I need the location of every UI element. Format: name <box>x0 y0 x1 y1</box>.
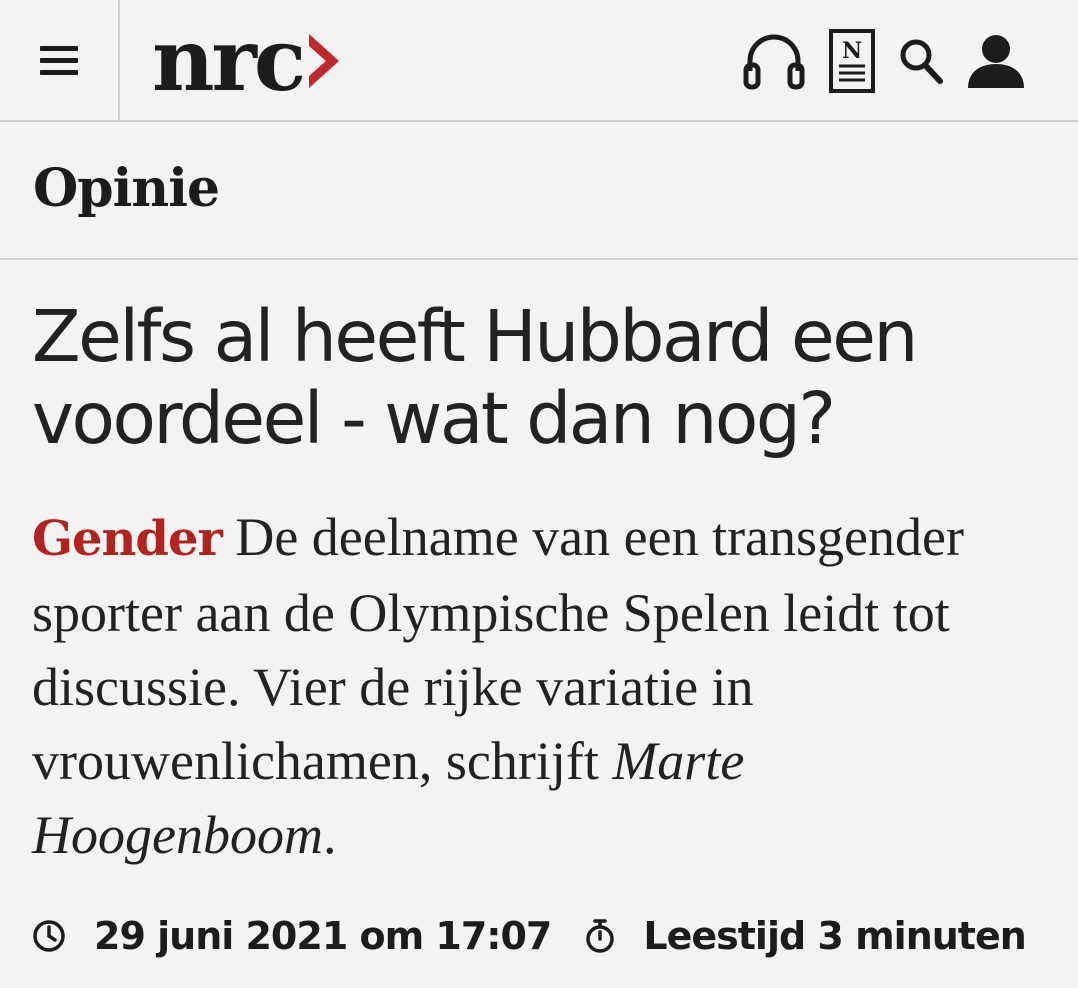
newspaper-icon[interactable]: N <box>828 28 876 94</box>
reading-time: Leestijd 3 minuten <box>585 914 1027 958</box>
user-icon[interactable] <box>966 32 1026 90</box>
clock-icon <box>33 920 65 952</box>
publish-date: 29 juni 2021 om 17:07 <box>32 914 552 958</box>
article-meta: 29 juni 2021 om 17:07 Leestijd 3 minuten <box>32 906 1027 966</box>
topic-kicker[interactable]: Gender <box>32 511 223 567</box>
header-icons: N <box>742 28 1026 94</box>
nrc-logo[interactable]: nrc <box>152 9 341 111</box>
intro-end: . <box>322 805 337 865</box>
article-headline: Zelfs al heeft Hubbard een voordeel - wa… <box>32 295 918 460</box>
headphones-icon[interactable] <box>742 31 806 91</box>
logo-chevron-icon <box>307 10 341 111</box>
top-bar: nrc N <box>0 0 1078 122</box>
stopwatch-icon <box>586 919 615 953</box>
menu-icon <box>40 45 78 75</box>
newspaper-icon-letter: N <box>842 38 862 64</box>
search-icon[interactable] <box>898 37 944 85</box>
publish-date-text: 29 juni 2021 om 17:07 <box>94 914 552 958</box>
logo-text: nrc <box>152 9 306 111</box>
reading-time-text: Leestijd 3 minuten <box>643 914 1026 958</box>
section-header: Opinie <box>0 122 1078 260</box>
menu-button[interactable] <box>0 0 120 120</box>
article-intro: Gender De deelname van een transgender s… <box>32 500 1042 872</box>
section-label[interactable]: Opinie <box>33 158 220 219</box>
